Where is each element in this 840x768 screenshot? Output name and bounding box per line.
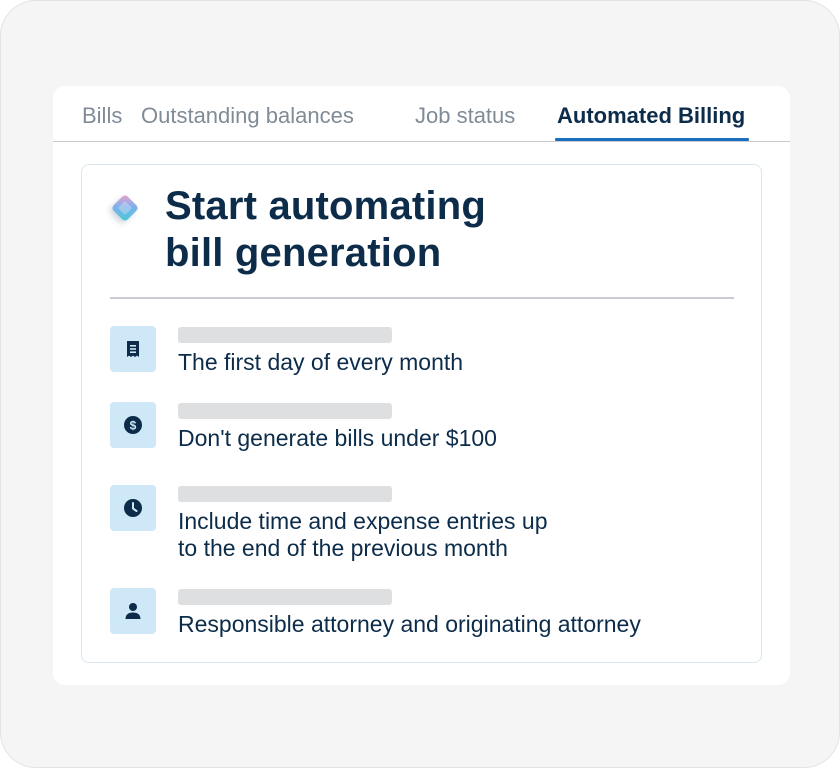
- setting-value: Responsible attorney and originating att…: [178, 611, 641, 637]
- tab-automated-billing[interactable]: Automated Billing: [554, 102, 750, 142]
- billing-window: Bills Outstanding balances Job status Au…: [53, 86, 790, 685]
- setting-value-line-1: Include time and expense entries up: [178, 508, 548, 534]
- setting-value: Don't generate bills under $100: [178, 425, 497, 451]
- card-title: Start automating bill generation: [165, 183, 585, 277]
- card-title-line-2: bill generation: [165, 231, 442, 275]
- setting-value: Include time and expense entries up to t…: [178, 508, 738, 562]
- tab-bar: Bills Outstanding balances Job status Au…: [53, 86, 790, 142]
- automation-card: Start automating bill generation The fir…: [81, 164, 762, 663]
- setting-label-placeholder: [178, 403, 392, 419]
- setting-label-placeholder: [178, 327, 392, 343]
- tab-bills[interactable]: Bills: [82, 102, 122, 142]
- dollar-icon: $: [110, 402, 156, 448]
- tab-outstanding-balances[interactable]: Outstanding balances: [141, 102, 354, 142]
- gem-logo-icon: [112, 195, 138, 221]
- setting-value-line-2: to the end of the previous month: [178, 535, 508, 561]
- clock-icon: [110, 485, 156, 531]
- card-divider: [110, 297, 734, 299]
- tab-job-status[interactable]: Job status: [415, 102, 515, 142]
- card-title-line-1: Start automating: [165, 184, 486, 228]
- setting-label-placeholder: [178, 486, 392, 502]
- outer-frame: Bills Outstanding balances Job status Au…: [0, 0, 840, 768]
- setting-label-placeholder: [178, 589, 392, 605]
- svg-text:$: $: [130, 418, 137, 432]
- setting-value: The first day of every month: [178, 349, 464, 375]
- person-icon: [110, 588, 156, 634]
- receipt-icon: [110, 326, 156, 372]
